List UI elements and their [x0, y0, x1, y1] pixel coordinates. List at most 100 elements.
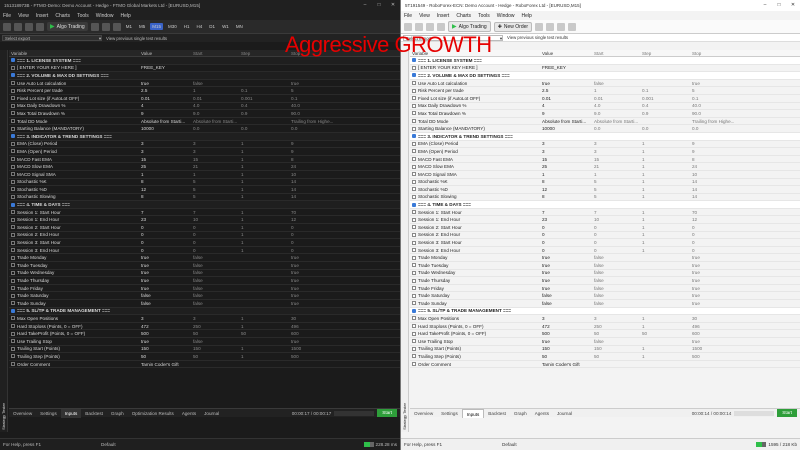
- value-cell[interactable]: 23: [139, 217, 191, 222]
- market-watch-icon[interactable]: [426, 22, 434, 31]
- value-cell[interactable]: FREE_KEY: [139, 65, 191, 70]
- step-cell[interactable]: 1: [640, 141, 690, 146]
- stop-cell[interactable]: 496: [690, 324, 760, 329]
- column-header-value[interactable]: Value: [540, 51, 592, 56]
- optimize-checkbox[interactable]: [412, 324, 416, 329]
- stop-cell[interactable]: true: [289, 301, 359, 306]
- table-row[interactable]: EMA (Open) Period 3 3 1 9: [9, 148, 400, 156]
- optimize-checkbox[interactable]: [412, 194, 416, 199]
- value-cell[interactable]: true: [540, 270, 592, 275]
- start-cell[interactable]: false: [592, 81, 640, 86]
- table-row[interactable]: Session 3: Start Hour 0 0 1 0: [410, 239, 800, 247]
- stop-cell[interactable]: 14: [289, 187, 359, 192]
- start-cell[interactable]: 50: [191, 354, 239, 359]
- value-cell[interactable]: 1: [139, 172, 191, 177]
- optimize-checkbox[interactable]: [412, 119, 416, 124]
- optimize-checkbox[interactable]: [412, 270, 416, 275]
- optimize-checkbox[interactable]: [11, 301, 15, 306]
- section-row[interactable]: === 3. INDICATOR & TREND SETTINGS ===: [410, 132, 800, 141]
- step-cell[interactable]: 1: [640, 354, 690, 359]
- step-cell[interactable]: 1: [640, 179, 690, 184]
- stop-cell[interactable]: 14: [690, 187, 760, 192]
- start-cell[interactable]: false: [592, 339, 640, 344]
- optimize-checkbox[interactable]: [412, 278, 416, 283]
- navigator-icon[interactable]: [437, 22, 445, 31]
- stop-cell[interactable]: true: [289, 255, 359, 260]
- start-cell[interactable]: 7: [592, 210, 640, 215]
- chart-type-icon[interactable]: [101, 22, 110, 31]
- tab-graph[interactable]: Graph: [510, 409, 531, 418]
- menu-view[interactable]: View: [419, 13, 430, 19]
- optimize-checkbox[interactable]: [11, 248, 15, 253]
- stop-cell[interactable]: true: [690, 263, 760, 268]
- section-row[interactable]: === 4. TIME & DAYS ===: [9, 201, 400, 209]
- value-cell[interactable]: 0: [139, 232, 191, 237]
- start-cell[interactable]: 3: [191, 141, 239, 146]
- value-cell[interactable]: 472: [139, 324, 191, 329]
- stop-cell[interactable]: true: [690, 278, 760, 283]
- start-cell[interactable]: 1: [592, 172, 640, 177]
- start-cell[interactable]: 50: [592, 331, 640, 336]
- optimize-checkbox[interactable]: [11, 225, 15, 230]
- value-cell[interactable]: true: [139, 270, 191, 275]
- value-cell[interactable]: true: [139, 278, 191, 283]
- menu-window[interactable]: Window: [497, 13, 515, 19]
- value-cell[interactable]: true: [139, 81, 191, 86]
- value-cell[interactable]: true: [139, 339, 191, 344]
- optimize-checkbox[interactable]: [412, 346, 416, 351]
- start-button[interactable]: Start: [377, 409, 397, 417]
- start-cell[interactable]: 0: [592, 248, 640, 253]
- stop-cell[interactable]: 90.0: [289, 111, 359, 116]
- chart-type-icon[interactable]: [535, 22, 544, 31]
- optimize-checkbox[interactable]: [11, 96, 15, 101]
- table-row[interactable]: Hard Stoploss (Points, 0 = OFF) 472 250 1 49…: [9, 323, 400, 331]
- table-row[interactable]: Trade Monday true false true: [410, 254, 800, 263]
- stop-cell[interactable]: true: [690, 301, 760, 306]
- optimize-checkbox[interactable]: [11, 157, 15, 162]
- optimize-checkbox[interactable]: [412, 111, 416, 116]
- value-cell[interactable]: 0.01: [540, 96, 592, 101]
- stop-cell[interactable]: 14: [690, 179, 760, 184]
- value-cell[interactable]: true: [139, 255, 191, 260]
- stop-cell[interactable]: 0: [289, 225, 359, 230]
- value-cell[interactable]: true: [540, 278, 592, 283]
- start-cell[interactable]: 4.0: [592, 103, 640, 108]
- stop-cell[interactable]: 10: [289, 172, 359, 177]
- table-row[interactable]: Max Daily Drawdown % 4 4.0 0.4 40.0: [9, 103, 400, 111]
- stop-cell[interactable]: Trailing from Highe...: [289, 119, 359, 124]
- table-row[interactable]: Total DD Mode Absolute from Starti... Abso…: [410, 118, 800, 126]
- value-cell[interactable]: FREE_KEY: [540, 65, 592, 70]
- table-row[interactable]: Session 3: End Hour 0 0 1 0: [9, 247, 400, 255]
- stop-cell[interactable]: true: [289, 286, 359, 291]
- start-cell[interactable]: 5: [592, 179, 640, 184]
- start-cell[interactable]: 150: [191, 346, 239, 351]
- stop-cell[interactable]: 14: [289, 194, 359, 199]
- table-row[interactable]: Use Auto Lot calculation true false true: [9, 80, 400, 88]
- start-cell[interactable]: 50: [592, 354, 640, 359]
- stop-cell[interactable]: Trailing from Highe...: [690, 119, 760, 124]
- step-cell[interactable]: 1: [640, 164, 690, 169]
- optimize-checkbox[interactable]: [11, 255, 15, 260]
- step-cell[interactable]: 1: [640, 217, 690, 222]
- value-cell[interactable]: Tamin Coder's Gift: [540, 362, 592, 367]
- stop-cell[interactable]: 1500: [289, 346, 359, 351]
- optimize-checkbox[interactable]: [11, 354, 15, 359]
- value-cell[interactable]: 25: [540, 164, 592, 169]
- step-cell[interactable]: 1: [640, 316, 690, 321]
- start-cell[interactable]: 0.01: [191, 96, 239, 101]
- maximize-icon[interactable]: □: [372, 0, 386, 11]
- step-cell[interactable]: 1: [239, 187, 289, 192]
- optimize-checkbox[interactable]: [11, 141, 15, 146]
- value-cell[interactable]: Absolute from Starti...: [139, 119, 191, 124]
- value-cell[interactable]: 50: [139, 354, 191, 359]
- stop-cell[interactable]: 70: [690, 210, 760, 215]
- step-cell[interactable]: 1: [239, 240, 289, 245]
- value-cell[interactable]: false: [139, 293, 191, 298]
- tab-graph[interactable]: Graph: [107, 409, 128, 418]
- new-chart-icon[interactable]: [3, 22, 11, 31]
- table-row[interactable]: MACD Slow EMA 25 21 1 24: [9, 163, 400, 171]
- value-cell[interactable]: 0: [540, 232, 592, 237]
- export-select[interactable]: Select export ▾: [2, 35, 102, 41]
- menu-tools[interactable]: Tools: [478, 13, 490, 19]
- start-cell[interactable]: 15: [592, 157, 640, 162]
